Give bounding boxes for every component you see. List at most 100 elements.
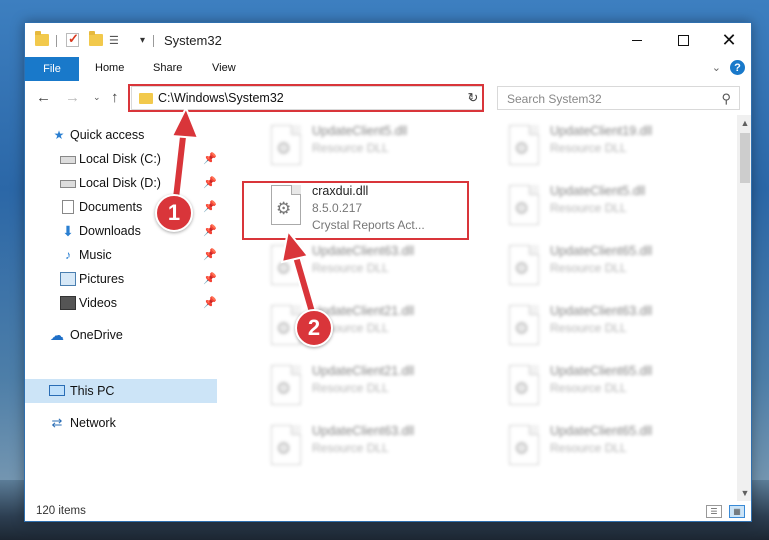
file-name: UpdateClient65.dll (550, 244, 653, 258)
new-folder-icon[interactable] (89, 31, 103, 46)
step-1-badge: 1 (155, 194, 193, 232)
file-item[interactable]: ⚙ UpdateClient65.dll Resource DLL (501, 239, 731, 295)
sidebar-item-label: Quick access (70, 128, 145, 142)
expand-ribbon-icon[interactable]: ⌄ (712, 61, 721, 74)
file-description: Resource DLL (550, 321, 627, 335)
sidebar-item-this-pc[interactable]: This PC (25, 379, 217, 403)
help-icon[interactable]: ? (730, 60, 745, 75)
file-description: Resource DLL (550, 441, 627, 455)
search-box[interactable]: Search System32 ⚲ (497, 86, 740, 110)
file-name: UpdateClient65.dll (550, 364, 653, 378)
sidebar-item-videos[interactable]: Videos 📌 (25, 291, 217, 315)
file-name: UpdateClient63.dll (550, 304, 653, 318)
dll-file-icon: ⚙ (271, 365, 301, 405)
file-description: Resource DLL (312, 441, 389, 455)
file-description: Resource DLL (550, 381, 627, 395)
gear-icon: ⚙ (276, 259, 292, 278)
tab-home[interactable]: Home (95, 62, 124, 74)
pin-icon[interactable]: 📌 (203, 200, 217, 213)
maximize-button[interactable] (660, 23, 706, 57)
gear-icon: ⚙ (276, 379, 292, 398)
dll-file-icon: ⚙ (271, 245, 301, 285)
window-title: System32 (164, 33, 222, 48)
close-button[interactable]: ✕ (706, 23, 751, 57)
pin-icon[interactable]: 📌 (203, 176, 217, 189)
minimize-button[interactable] (614, 23, 660, 57)
computer-icon (49, 385, 65, 396)
sidebar-item-label: Local Disk (C:) (79, 152, 161, 166)
quick-access-dropdown-icon[interactable]: ▾ (140, 35, 145, 51)
file-item[interactable]: ⚙ UpdateClient63.dll Resource DLL (263, 419, 493, 475)
sidebar-item-label: Videos (79, 296, 117, 310)
tab-share[interactable]: Share (153, 62, 182, 74)
scrollbar-thumb[interactable] (740, 133, 750, 183)
file-name: UpdateClient5.dll (550, 184, 646, 198)
file-highlight (242, 181, 469, 240)
pin-icon[interactable]: 📌 (203, 152, 217, 165)
file-item[interactable]: ⚙ UpdateClient63.dll Resource DLL (501, 299, 731, 355)
file-description: Resource DLL (550, 201, 627, 215)
sidebar-item-pictures[interactable]: Pictures 📌 (25, 267, 217, 291)
gear-icon: ⚙ (276, 439, 292, 458)
recent-locations-dropdown-icon[interactable]: ⌄ (93, 92, 101, 103)
scroll-down-icon[interactable]: ▼ (737, 485, 751, 501)
folder-icon (35, 31, 49, 46)
file-description: Resource DLL (312, 381, 389, 395)
scroll-up-icon[interactable]: ▲ (737, 115, 751, 131)
sidebar-item-label: This PC (70, 384, 115, 398)
properties-check-icon[interactable] (66, 31, 79, 47)
file-description: Resource DLL (312, 261, 389, 275)
document-icon (62, 200, 74, 214)
dll-file-icon: ⚙ (509, 305, 539, 345)
details-view-icon[interactable]: ☰ (706, 505, 722, 518)
ribbon-tabs: File Home Share View ⌄ ? (25, 57, 751, 81)
drive-icon (60, 156, 76, 164)
picture-icon (60, 272, 76, 286)
sidebar-item-local-disk-c[interactable]: Local Disk (C:) 📌 (25, 147, 217, 171)
dll-file-icon: ⚙ (509, 185, 539, 225)
address-bar-highlight (128, 84, 484, 112)
pin-icon[interactable]: 📌 (203, 248, 217, 261)
forward-arrow-icon[interactable]: → (65, 89, 80, 106)
file-name: UpdateClient63.dll (312, 424, 415, 438)
file-item[interactable]: ⚙ UpdateClient65.dll Resource DLL (501, 419, 731, 475)
pin-icon[interactable]: 📌 (203, 224, 217, 237)
drive-icon (60, 180, 76, 188)
sidebar-item-quick-access[interactable]: ★ Quick access (25, 123, 217, 147)
gear-icon: ⚙ (514, 439, 530, 458)
sidebar-item-onedrive[interactable]: ☁ OneDrive (25, 323, 217, 347)
customize-toolbar-icon[interactable]: ☰ (109, 34, 125, 47)
back-arrow-icon[interactable]: ← (36, 89, 51, 106)
file-list: ⚙ UpdateClient5.dll Resource DLL ⚙ craxdui.d… (217, 115, 737, 501)
sidebar-item-network[interactable]: ⇄ Network (25, 411, 217, 435)
network-icon: ⇄ (51, 415, 63, 430)
file-item[interactable]: ⚙ UpdateClient65.dll Resource DLL (501, 359, 731, 415)
gear-icon: ⚙ (276, 319, 292, 338)
search-icon[interactable]: ⚲ (721, 91, 731, 107)
search-input[interactable]: Search System32 (507, 92, 602, 106)
file-item[interactable]: ⚙ UpdateClient21.dll Resource DLL (263, 359, 493, 415)
cloud-icon: ☁ (50, 327, 64, 343)
vertical-scrollbar[interactable]: ▲ ▼ (737, 115, 751, 501)
file-description: Resource DLL (550, 261, 627, 275)
pin-icon[interactable]: 📌 (203, 296, 217, 309)
film-icon (60, 296, 76, 310)
sidebar-item-music[interactable]: ♪ Music 📌 (25, 243, 217, 267)
up-arrow-icon[interactable]: ↑ (111, 89, 119, 106)
file-item[interactable]: ⚙ UpdateClient5.dll Resource DLL (263, 119, 493, 175)
navigation-pane: ★ Quick access Local Disk (C:) 📌 Local D… (25, 115, 217, 501)
file-item[interactable]: ⚙ UpdateClient19.dll Resource DLL (501, 119, 731, 175)
sidebar-item-label: Local Disk (D:) (79, 176, 161, 190)
dll-file-icon: ⚙ (271, 125, 301, 165)
file-item[interactable]: ⚙ UpdateClient5.dll Resource DLL (501, 179, 731, 235)
pin-icon[interactable]: 📌 (203, 272, 217, 285)
gear-icon: ⚙ (514, 259, 530, 278)
tab-file[interactable]: File (25, 57, 79, 81)
tiles-view-icon[interactable]: ▦ (729, 505, 745, 518)
star-icon: ★ (53, 128, 65, 142)
file-item[interactable]: ⚙ UpdateClient63.dll Resource DLL (263, 239, 493, 295)
sidebar-item-local-disk-d[interactable]: Local Disk (D:) 📌 (25, 171, 217, 195)
file-name: UpdateClient19.dll (550, 124, 653, 138)
sidebar-item-label: OneDrive (70, 328, 123, 342)
tab-view[interactable]: View (212, 62, 236, 74)
